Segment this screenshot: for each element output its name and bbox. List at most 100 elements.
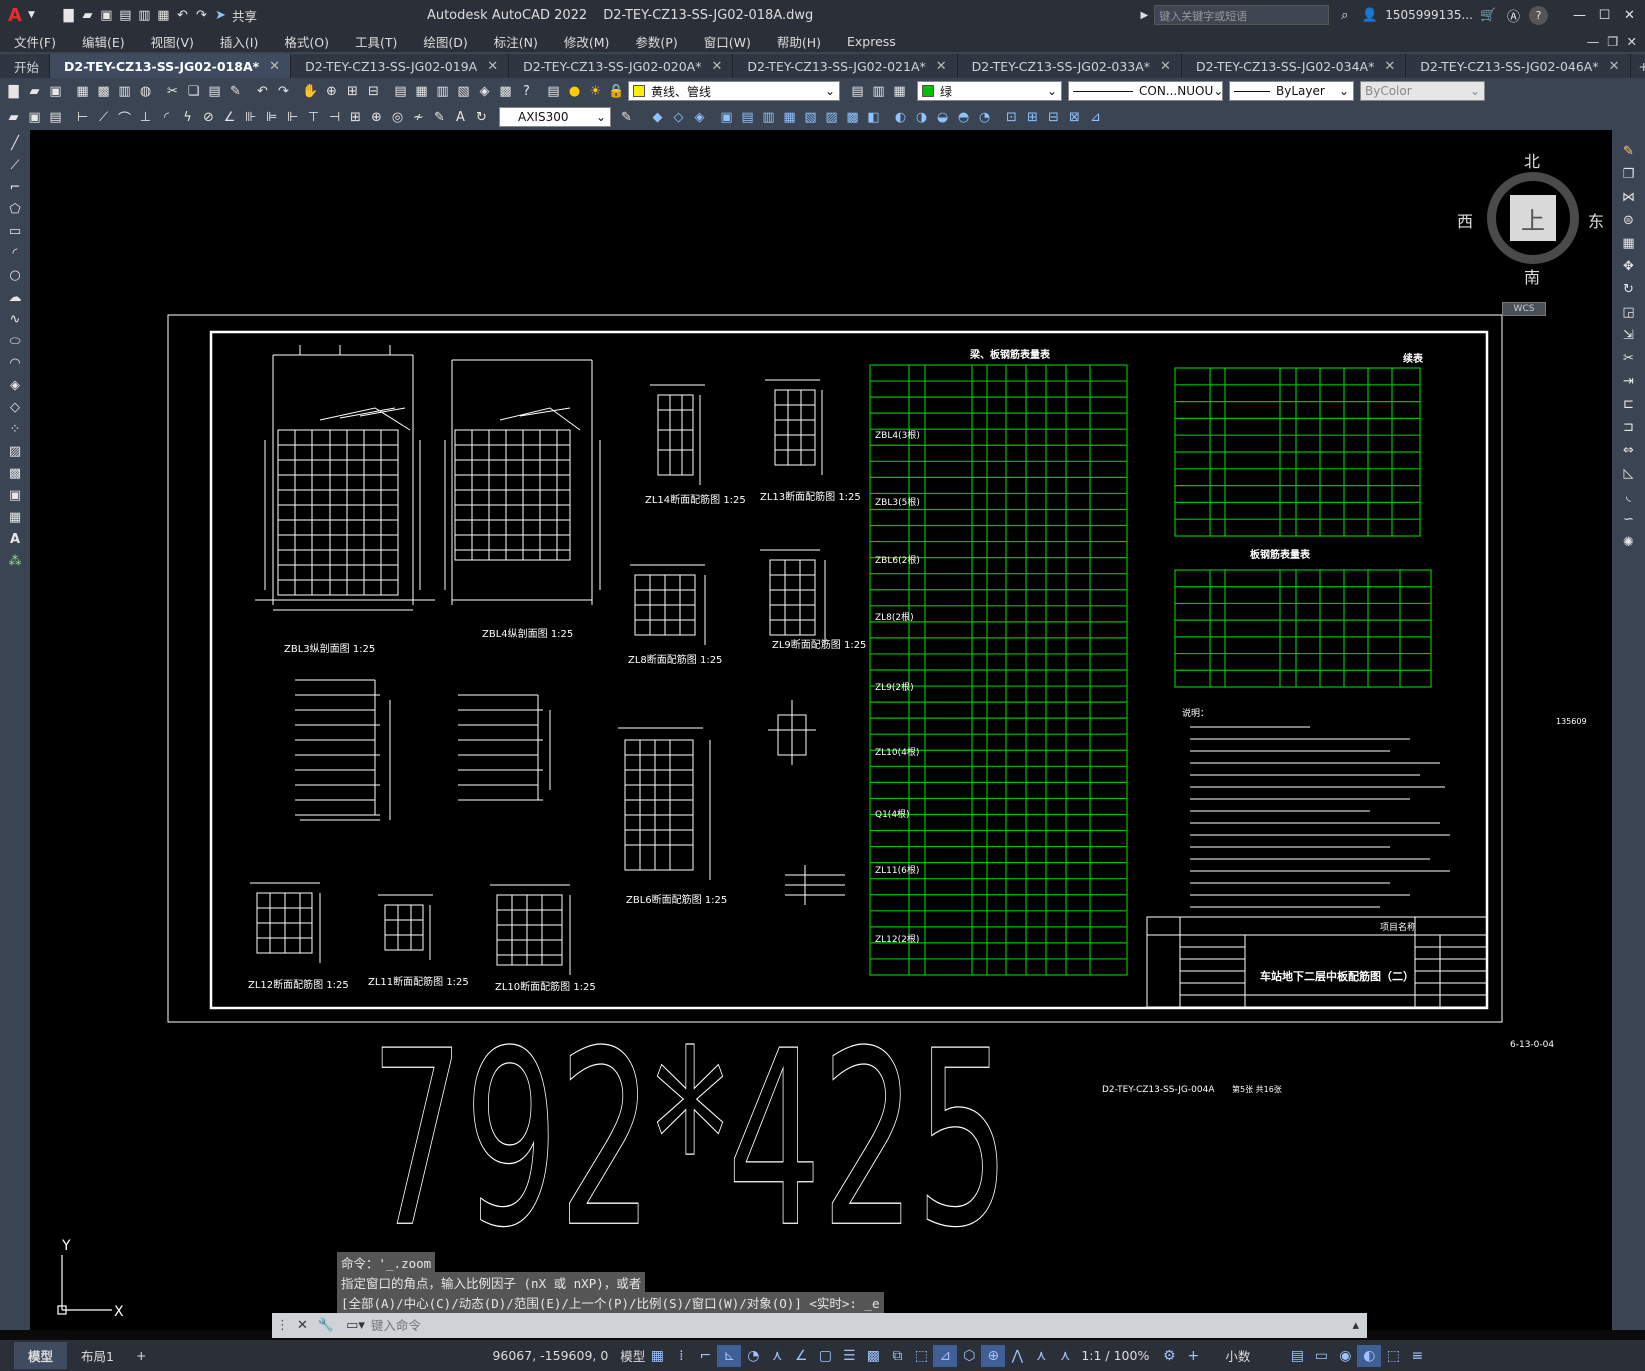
dynamic-ucs-icon[interactable]: ⊿ xyxy=(933,1344,958,1367)
attribute-icon[interactable]: ▦ xyxy=(780,108,799,127)
layer-current-icon[interactable]: ▤ xyxy=(848,82,867,101)
polar-icon[interactable]: ◔ xyxy=(741,1345,765,1367)
autoscale-icon[interactable]: ⋏ xyxy=(1029,1345,1053,1367)
inspect-icon[interactable]: ◎ xyxy=(388,108,407,127)
annotation-scale[interactable]: 1:1 / 100% xyxy=(1081,1348,1149,1363)
customize-icon[interactable]: ≡ xyxy=(1405,1345,1429,1367)
annotation-scale-icon[interactable]: ⋏ xyxy=(1053,1345,1077,1367)
gradient-icon[interactable]: ▩ xyxy=(6,464,25,483)
line-icon[interactable]: ╱ xyxy=(6,134,25,153)
linetype-dropdown[interactable]: CON...NUOU ⌄ xyxy=(1068,81,1223,101)
angular-dim-icon[interactable]: ∠ xyxy=(220,108,239,127)
model-space-button[interactable]: 模型 xyxy=(620,1346,645,1365)
sheet-set-icon[interactable]: ▧ xyxy=(454,82,473,101)
copy-icon[interactable]: ❏ xyxy=(184,82,203,101)
revcloud-icon[interactable]: ☁ xyxy=(6,288,25,307)
add-layout-button[interactable]: + xyxy=(128,1344,154,1367)
material-icon[interactable]: ◒ xyxy=(933,108,952,127)
gear-icon[interactable]: ⚙ xyxy=(1157,1345,1181,1367)
rotate-icon[interactable]: ↻ xyxy=(1619,280,1638,299)
search-input[interactable]: 键入关键字或短语 xyxy=(1154,5,1330,25)
3d-osnap-icon[interactable]: ⬚ xyxy=(909,1345,933,1367)
cut-icon[interactable]: ✂ xyxy=(163,82,182,101)
ortho-icon[interactable]: ⊾ xyxy=(717,1344,742,1367)
user-icon[interactable]: 👤 xyxy=(1360,6,1379,25)
properties-icon[interactable]: ▤ xyxy=(391,82,410,101)
properties-icon[interactable]: ▤ xyxy=(1285,1345,1309,1367)
dim-update-icon[interactable]: ↻ xyxy=(472,108,491,127)
sun-icon[interactable]: ☀ xyxy=(586,82,605,101)
rectangle-icon[interactable]: ▭ xyxy=(6,222,25,241)
compass-east[interactable]: 东 xyxy=(1588,208,1604,232)
menu-dimension[interactable]: 标注(N) xyxy=(480,32,550,51)
paste-icon[interactable]: ▤ xyxy=(205,82,224,101)
polygon-icon[interactable]: ⬠ xyxy=(6,200,25,219)
grid-icon[interactable]: ▦ xyxy=(645,1345,669,1367)
tab-model[interactable]: 模型 xyxy=(14,1342,68,1369)
baseline-dim-icon[interactable]: ⊫ xyxy=(262,108,281,127)
infer-icon[interactable]: ⌐ xyxy=(693,1345,717,1367)
share-icon[interactable]: ➤ xyxy=(211,6,230,25)
search-icon[interactable]: ⌕ xyxy=(1335,6,1354,25)
tab-019a[interactable]: D2-TEY-CZ13-SS-JG02-019A ✕ xyxy=(291,54,510,78)
globe-icon[interactable]: ◍ xyxy=(136,82,155,101)
units-display[interactable]: 小数 xyxy=(1225,1346,1285,1365)
menu-tools[interactable]: 工具(T) xyxy=(341,32,409,51)
minimize-icon[interactable]: — xyxy=(1570,6,1589,25)
menu-view[interactable]: 视图(V) xyxy=(137,32,206,51)
menu-draw[interactable]: 绘图(D) xyxy=(409,32,479,51)
radius-dim-icon[interactable]: ◜ xyxy=(157,108,176,127)
ellipse-arc-icon[interactable]: ◠ xyxy=(6,354,25,373)
chevron-up-icon[interactable]: ▴ xyxy=(1344,1318,1367,1333)
isolate-icon[interactable]: ◉ xyxy=(1333,1345,1357,1367)
close-icon[interactable]: ✕ xyxy=(487,59,498,74)
center-mark-icon[interactable]: ⊕ xyxy=(367,108,386,127)
open-icon[interactable]: ▰ xyxy=(25,82,44,101)
close-icon[interactable]: ✕ xyxy=(936,59,947,74)
close-icon[interactable]: ✕ xyxy=(1620,6,1639,25)
osnap-icon[interactable]: ▢ xyxy=(813,1345,837,1367)
construction-line-icon[interactable]: ⟋ xyxy=(6,156,25,175)
publish-icon[interactable]: ▥ xyxy=(115,82,134,101)
command-input[interactable] xyxy=(370,1315,1345,1336)
jogged-dim-icon[interactable]: ϟ xyxy=(178,108,197,127)
break-point-icon[interactable]: ⊏ xyxy=(1619,395,1638,414)
align-obj-icon[interactable]: ⊟ xyxy=(1044,108,1063,127)
camera-icon[interactable]: ◔ xyxy=(975,108,994,127)
bulb-icon[interactable]: ● xyxy=(565,82,584,101)
tolerance-icon[interactable]: ⊞ xyxy=(346,108,365,127)
menu-format[interactable]: 格式(O) xyxy=(270,32,341,51)
chevron-down-icon[interactable]: ▼ xyxy=(22,6,41,25)
close-icon[interactable]: ✕ xyxy=(1384,59,1395,74)
layer-state-icon[interactable]: ▦ xyxy=(890,82,909,101)
dim-override-icon[interactable]: ✎ xyxy=(617,108,636,127)
tab-021a[interactable]: D2-TEY-CZ13-SS-JG02-021A* ✕ xyxy=(733,54,958,78)
move-obj-icon[interactable]: ⊞ xyxy=(1023,108,1042,127)
tab-layout1[interactable]: 布局1 xyxy=(67,1342,128,1369)
dim-edit-icon[interactable]: ✎ xyxy=(430,108,449,127)
save-icon[interactable]: ▣ xyxy=(25,108,44,127)
render-icon[interactable]: ◑ xyxy=(912,108,931,127)
zoom-realtime-icon[interactable]: ⊕ xyxy=(322,82,341,101)
scale-icon[interactable]: ◲ xyxy=(1619,303,1638,322)
dim-text-edit-icon[interactable]: A xyxy=(451,108,470,127)
block-edit-icon[interactable]: ◇ xyxy=(669,108,688,127)
shade-icon[interactable]: ◐ xyxy=(891,108,910,127)
coordinates[interactable]: 96067, -159609, 0 xyxy=(492,1348,608,1363)
save-as-icon[interactable]: ▤ xyxy=(116,6,135,25)
continue-dim-icon[interactable]: ⊩ xyxy=(283,108,302,127)
blend-icon[interactable]: ∽ xyxy=(1619,510,1638,529)
color-dropdown[interactable]: 绿 ⌄ xyxy=(917,81,1062,101)
mirror-icon[interactable]: ⋈ xyxy=(1619,188,1638,207)
offset-icon[interactable]: ⊜ xyxy=(1619,211,1638,230)
wrench-icon[interactable]: 🔧 xyxy=(312,1318,340,1333)
tab-018a[interactable]: D2-TEY-CZ13-SS-JG02-018A* ✕ xyxy=(50,54,292,78)
wcs-button[interactable]: WCS xyxy=(1502,302,1546,316)
new-icon[interactable]: ▇ xyxy=(4,82,23,101)
pan-icon[interactable]: ✋ xyxy=(301,82,320,101)
pedit-icon[interactable]: ⊿ xyxy=(1086,108,1105,127)
extend-icon[interactable]: ⇥ xyxy=(1619,372,1638,391)
print-icon[interactable]: ▦ xyxy=(154,6,173,25)
compass-west[interactable]: 西 xyxy=(1457,208,1473,232)
help-icon[interactable]: ? xyxy=(517,82,536,101)
